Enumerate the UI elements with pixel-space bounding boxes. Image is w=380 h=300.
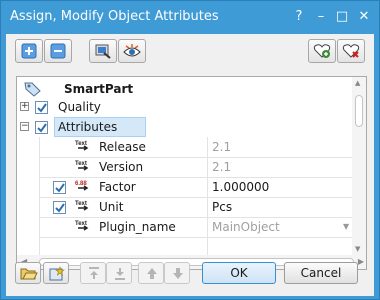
attribute-value[interactable]: Pcs [212, 200, 232, 214]
tree-row-quality[interactable]: + Quality [17, 97, 353, 117]
maximize-button[interactable]: □ [333, 8, 351, 26]
help-button[interactable]: ? [290, 8, 308, 26]
chevron-down-icon: ▼ [343, 222, 350, 231]
attributes-label: Attributes [58, 120, 118, 134]
remove-button[interactable] [44, 39, 72, 63]
attribute-row-unit[interactable]: Text Unit Pcs [17, 197, 353, 217]
number-type-icon: 6.88 [75, 181, 89, 191]
attribute-name: Unit [99, 200, 124, 214]
tag-icon [24, 82, 41, 97]
cancel-button[interactable]: Cancel [284, 262, 358, 284]
close-button[interactable]: ✕ [355, 8, 373, 26]
folder-open-icon [20, 268, 38, 280]
attribute-value[interactable]: 1.000000 [212, 180, 269, 194]
heart-add-icon [313, 44, 331, 58]
attribute-row-release[interactable]: Text Release 2.1 [17, 137, 353, 157]
row-divider [39, 237, 353, 238]
attribute-tree[interactable]: SmartPart + Quality − Attributes Text Re… [16, 76, 367, 270]
tree-root-label: SmartPart [64, 82, 134, 96]
attribute-row-factor[interactable]: 6.88 Factor 1.000000 [17, 177, 353, 197]
heart-delete-icon [342, 44, 360, 58]
attribute-name: Plugin_name [99, 220, 176, 234]
text-type-icon: Text [75, 221, 89, 231]
checkmark-icon [37, 123, 47, 133]
scroll-up-icon[interactable]: ▲ [355, 79, 360, 87]
move-up-button[interactable] [138, 262, 164, 284]
scroll-down-icon[interactable]: ▼ [355, 245, 360, 253]
attribute-row-version[interactable]: Text Version 2.1 [17, 157, 353, 177]
attribute-value: MainObject [212, 220, 280, 234]
attribute-name: Release [99, 140, 146, 154]
vertical-scrollbar[interactable]: ▲ ▼ [352, 77, 366, 255]
attribute-name: Version [99, 160, 144, 174]
quality-label: Quality [58, 100, 101, 114]
collapse-icon[interactable]: − [20, 122, 29, 131]
quality-checkbox[interactable] [35, 101, 48, 114]
dropper-icon [95, 44, 111, 59]
view-attributes-button[interactable] [118, 39, 146, 63]
tree-row-root[interactable]: SmartPart [17, 79, 353, 99]
window-title: Assign, Modify Object Attributes [10, 9, 219, 24]
attributes-checkbox[interactable] [35, 121, 48, 134]
dialog-window: Assign, Modify Object Attributes ? – □ ✕ [0, 0, 380, 300]
attribute-row-plugin-name[interactable]: Text Plugin_name MainObject ▼ [17, 217, 353, 237]
tree-row-attributes[interactable]: − Attributes [17, 117, 353, 137]
open-favorite-button[interactable] [15, 262, 41, 284]
title-bar[interactable]: Assign, Modify Object Attributes ? – □ ✕ [1, 1, 379, 34]
arrow-up-icon [147, 268, 157, 279]
arrow-down-icon [173, 268, 183, 279]
eye-icon [123, 44, 141, 57]
dialog-body: SmartPart + Quality − Attributes Text Re… [6, 34, 374, 296]
move-top-button[interactable] [80, 262, 106, 284]
attribute-name: Factor [99, 180, 136, 194]
checkmark-icon [55, 203, 65, 213]
expand-icon[interactable]: + [20, 102, 29, 111]
star-favorite-icon [49, 266, 65, 281]
pick-attributes-button[interactable] [89, 39, 117, 63]
text-type-icon: Text [75, 161, 89, 171]
move-to-bottom-icon [115, 268, 125, 280]
plus-icon [21, 43, 37, 59]
checkmark-icon [37, 103, 47, 113]
attribute-value: 2.1 [212, 140, 232, 154]
ok-button[interactable]: OK [202, 262, 276, 284]
unit-checkbox[interactable] [53, 201, 66, 214]
checkmark-icon [55, 183, 65, 193]
minimize-button[interactable]: – [312, 8, 330, 26]
move-to-top-icon [89, 267, 99, 279]
minus-icon [50, 43, 66, 59]
move-down-button[interactable] [164, 262, 190, 284]
vertical-scroll-thumb[interactable] [355, 95, 363, 127]
scroll-right-icon[interactable]: ▶ [358, 257, 364, 266]
save-favorite-button[interactable] [43, 262, 69, 284]
text-type-icon: Text [75, 201, 89, 211]
factor-checkbox[interactable] [53, 181, 66, 194]
add-favorite-button[interactable] [308, 39, 336, 63]
move-bottom-button[interactable] [106, 262, 132, 284]
remove-favorite-button[interactable] [337, 39, 365, 63]
text-type-icon: Text [75, 141, 89, 151]
add-button[interactable] [15, 39, 43, 63]
attribute-value: 2.1 [212, 160, 232, 174]
